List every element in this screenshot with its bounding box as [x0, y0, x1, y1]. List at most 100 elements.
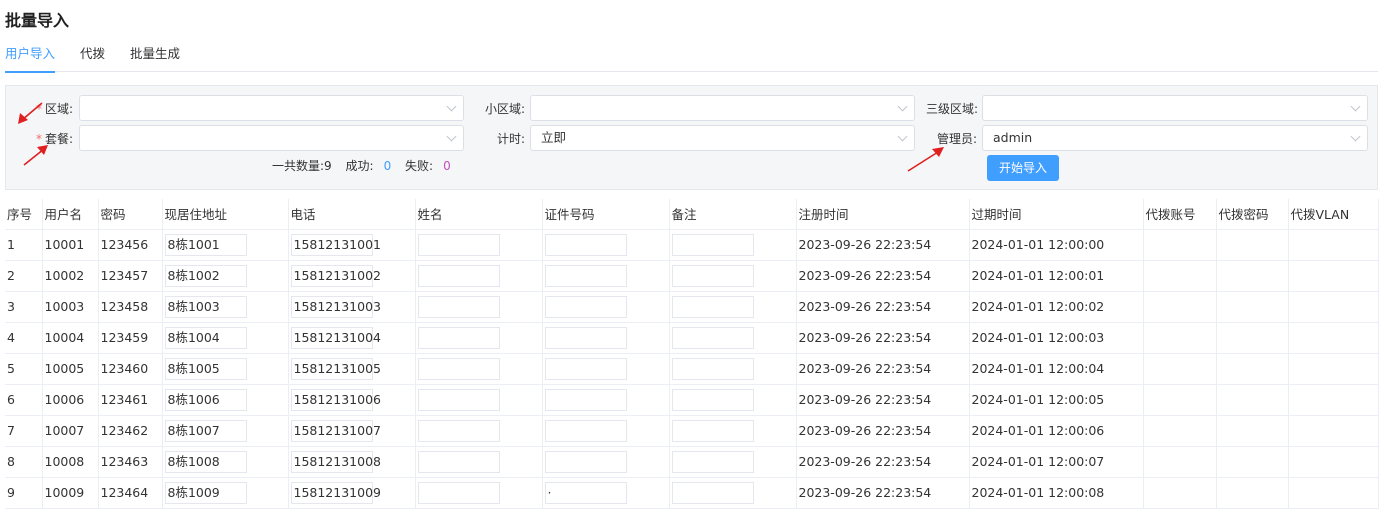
table-cell: 2024-01-01 12:00:00 [969, 229, 1144, 261]
table-cell: 8栋1005 [162, 353, 289, 385]
page-title: 批量导入 [5, 11, 70, 30]
address-input[interactable]: 8栋1003 [164, 295, 247, 318]
table-cell [669, 322, 797, 354]
note-input[interactable] [671, 388, 754, 411]
address-input[interactable]: 8栋1007 [164, 419, 247, 442]
phone-input[interactable]: 15812131008 [290, 450, 381, 473]
note-input[interactable] [671, 326, 754, 349]
start-import-button[interactable]: 开始导入 [987, 155, 1059, 181]
subregion-select[interactable] [530, 95, 915, 121]
table-cell [542, 229, 670, 261]
id-number-input[interactable] [544, 264, 627, 287]
address-input[interactable]: 8栋1008 [164, 450, 247, 473]
table-cell: 15812131009 [288, 477, 416, 509]
phone-input[interactable]: 15812131009 [290, 481, 381, 504]
table-cell [415, 384, 543, 416]
name-input[interactable] [417, 388, 500, 411]
note-input[interactable] [671, 264, 754, 287]
table-cell: 123460 [98, 353, 163, 385]
table-cell: 2023-09-26 22:23:54 [796, 322, 970, 354]
chevron-down-icon [446, 101, 457, 112]
table-cell [1143, 229, 1217, 261]
name-input[interactable] [417, 326, 500, 349]
id-number-input[interactable] [544, 450, 627, 473]
table-cell [669, 384, 797, 416]
table-cell [542, 446, 670, 478]
table-cell [1216, 477, 1289, 509]
name-input[interactable] [417, 295, 500, 318]
name-input[interactable] [417, 450, 500, 473]
address-input[interactable]: 8栋1004 [164, 326, 247, 349]
address-input[interactable]: 8栋1009 [164, 481, 247, 504]
note-input[interactable] [671, 295, 754, 318]
note-input[interactable] [671, 450, 754, 473]
region3-select[interactable] [982, 95, 1368, 121]
table-cell [415, 291, 543, 323]
name-input[interactable] [417, 481, 500, 504]
name-input[interactable] [417, 357, 500, 380]
tab-user-import[interactable]: 用户导入 [5, 44, 56, 73]
note-input[interactable] [671, 357, 754, 380]
column-header: 现居住地址 [162, 199, 289, 230]
chevron-down-icon [1350, 101, 1361, 112]
phone-input[interactable]: 15812131004 [290, 326, 381, 349]
address-input[interactable]: 8栋1002 [164, 264, 247, 287]
region3-label: 三级区域: [926, 101, 979, 116]
table-cell: 8栋1009 [162, 477, 289, 509]
table-cell [1216, 260, 1289, 292]
table-cell [415, 477, 543, 509]
phone-input[interactable]: 15812131005 [290, 357, 381, 380]
table-cell [1288, 415, 1379, 447]
column-header: 注册时间 [796, 199, 970, 230]
address-input[interactable]: 8栋1006 [164, 388, 247, 411]
id-number-input[interactable] [544, 326, 627, 349]
column-header: 代拨密码 [1216, 199, 1289, 230]
column-header: 代拨VLAN [1288, 199, 1379, 230]
column-header: 代拨账号 [1143, 199, 1217, 230]
tab-proxy-dial[interactable]: 代拨 [80, 44, 105, 72]
table-cell [1143, 260, 1217, 292]
id-number-input[interactable] [544, 357, 627, 380]
note-input[interactable] [671, 233, 754, 256]
table-cell: 9 [5, 477, 43, 509]
id-number-input[interactable] [544, 295, 627, 318]
column-header: 证件号码 [542, 199, 670, 230]
address-input[interactable]: 8栋1005 [164, 357, 247, 380]
phone-input[interactable]: 15812131003 [290, 295, 381, 318]
phone-input[interactable]: 15812131001 [290, 233, 381, 256]
id-number-input[interactable] [544, 233, 627, 256]
timing-select[interactable]: 立即 [530, 125, 915, 151]
admin-select[interactable]: admin [982, 125, 1368, 151]
table-cell: 2023-09-26 22:23:54 [796, 384, 970, 416]
name-input[interactable] [417, 264, 500, 287]
name-input[interactable] [417, 233, 500, 256]
table-cell [1288, 260, 1379, 292]
table-cell: 15812131004 [288, 322, 416, 354]
table-cell [415, 322, 543, 354]
chevron-down-icon [446, 131, 457, 142]
table-cell: 123464 [98, 477, 163, 509]
table-cell: 8 [5, 446, 43, 478]
table-cell: 2024-01-01 12:00:01 [969, 260, 1144, 292]
table-cell [415, 229, 543, 261]
note-input[interactable] [671, 481, 754, 504]
tab-batch-generate[interactable]: 批量生成 [130, 44, 180, 72]
id-number-input[interactable] [544, 388, 627, 411]
phone-input[interactable]: 15812131007 [290, 419, 381, 442]
address-input[interactable]: 8栋1001 [164, 233, 247, 256]
table-body: 1 10001 123456 8栋1001 15812131001 2023-09-26 … [5, 229, 1379, 509]
table-cell: 2024-01-01 12:00:06 [969, 415, 1144, 447]
table-cell: 3 [5, 291, 43, 323]
table-cell [1216, 353, 1289, 385]
phone-input[interactable]: 15812131002 [290, 264, 381, 287]
id-number-input[interactable]: · [544, 481, 627, 504]
annotation-arrow-icon [23, 145, 48, 166]
import-stats: 一共数量:9 成功: 0 失败: 0 [272, 157, 461, 174]
region-select[interactable] [79, 95, 464, 121]
package-select[interactable] [79, 125, 464, 151]
timing-select-value: 立即 [541, 130, 567, 145]
id-number-input[interactable] [544, 419, 627, 442]
note-input[interactable] [671, 419, 754, 442]
name-input[interactable] [417, 419, 500, 442]
phone-input[interactable]: 15812131006 [290, 388, 381, 411]
